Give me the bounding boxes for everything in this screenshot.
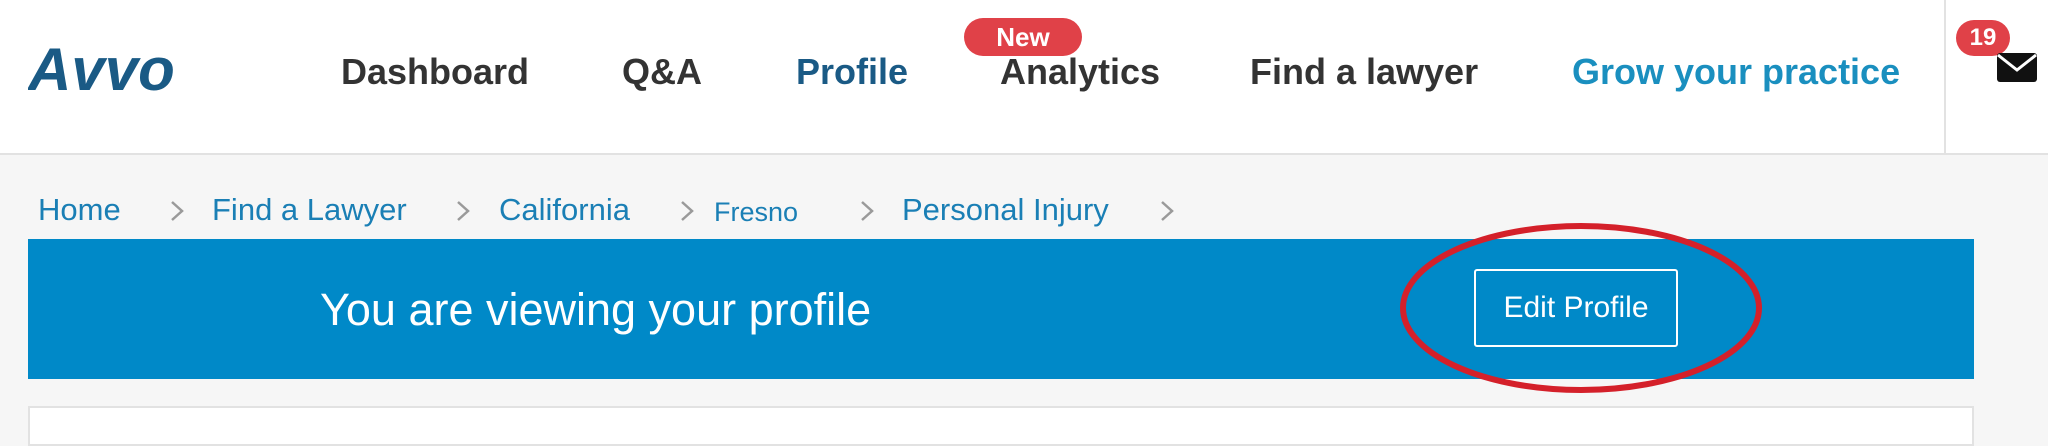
breadcrumb-find-a-lawyer[interactable]: Find a Lawyer <box>212 188 407 232</box>
chevron-right-icon <box>861 201 874 221</box>
profile-content-card <box>28 406 1974 446</box>
red-circle-annotation <box>1400 223 1762 393</box>
nav-profile[interactable]: Profile <box>796 48 908 96</box>
nav-qa[interactable]: Q&A <box>622 48 702 96</box>
chevron-right-icon <box>171 201 184 221</box>
chevron-right-icon <box>1161 201 1174 221</box>
banner-message: You are viewing your profile <box>320 284 872 335</box>
breadcrumb-home[interactable]: Home <box>38 188 121 232</box>
breadcrumb: Home Find a Lawyer California Fresno Per… <box>38 188 1278 232</box>
nav-divider <box>1944 0 1946 155</box>
envelope-icon[interactable] <box>1996 50 2038 84</box>
nav-dashboard[interactable]: Dashboard <box>341 48 529 96</box>
breadcrumb-california[interactable]: California <box>499 188 630 232</box>
nav-grow-your-practice[interactable]: Grow your practice <box>1572 48 1900 96</box>
svg-text:Avvo: Avvo <box>28 38 175 100</box>
chevron-right-icon <box>681 201 694 221</box>
chevron-right-icon <box>457 201 470 221</box>
nav-analytics[interactable]: Analytics <box>1000 48 1160 96</box>
top-navigation: Avvo Dashboard Q&A Profile New Analytics… <box>0 0 2048 155</box>
breadcrumb-personal-injury[interactable]: Personal Injury <box>902 188 1109 232</box>
breadcrumb-fresno[interactable]: Fresno <box>714 190 798 234</box>
avvo-logo[interactable]: Avvo <box>28 38 203 100</box>
nav-find-a-lawyer[interactable]: Find a lawyer <box>1250 48 1478 96</box>
